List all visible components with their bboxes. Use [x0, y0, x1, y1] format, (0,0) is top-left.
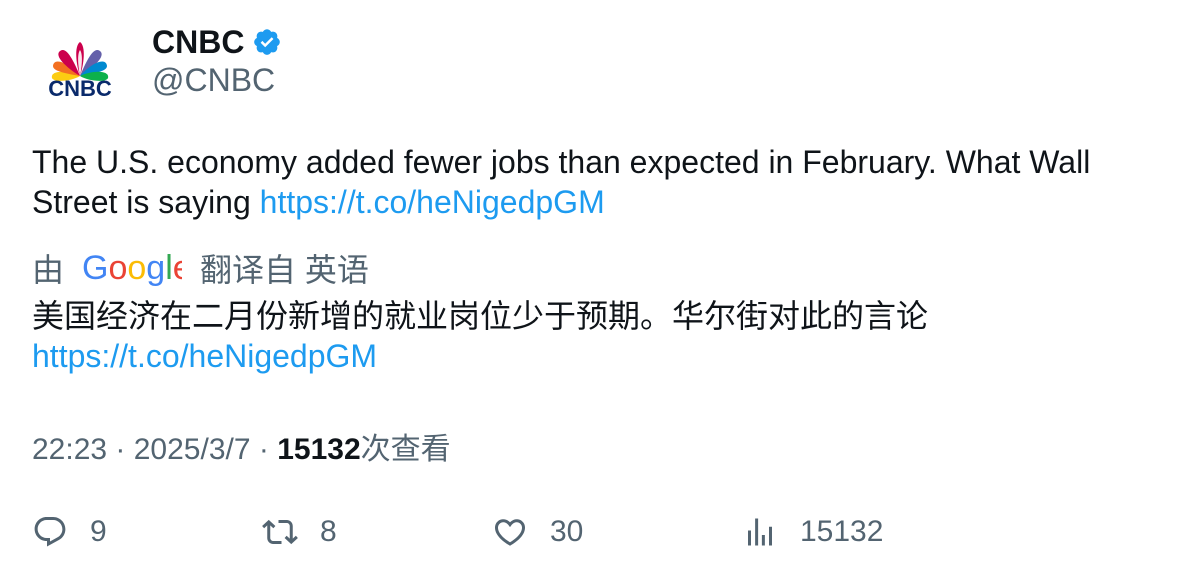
views-button[interactable]: 15132 — [742, 508, 883, 556]
views-label: 次查看 — [360, 433, 451, 466]
verified-badge-icon — [254, 29, 281, 55]
like-icon — [494, 519, 526, 546]
cnbc-peacock-logo: CNBC — [48, 42, 112, 101]
translation-attribution: 由 Google 翻译自 英语 — [32, 246, 369, 290]
translated-link[interactable]: https://t.co/heNigedpGM — [32, 338, 377, 374]
tweet-text: The U.S. economy added fewer jobs than e… — [32, 142, 1152, 222]
tweet-date[interactable]: 2025/3/7 — [134, 433, 251, 466]
tweet-link[interactable]: https://t.co/heNigedpGM — [260, 184, 605, 220]
meta-separator: · — [250, 433, 278, 466]
author-name[interactable]: CNBC — [152, 24, 244, 61]
reply-button[interactable]: 9 — [32, 508, 107, 556]
svg-text:CNBC: CNBC — [48, 76, 112, 101]
reply-icon — [34, 517, 66, 547]
retweet-button[interactable]: 8 — [262, 508, 337, 556]
avatar[interactable]: CNBC — [32, 26, 128, 122]
views-icon — [748, 518, 772, 546]
retweet-count: 8 — [320, 515, 337, 548]
svg-text:Google: Google — [82, 249, 182, 287]
translation-from-label[interactable]: 翻译自 英语 — [200, 245, 369, 291]
translated-body: 美国经济在二月份新增的就业岗位少于预期。华尔街对此的言论 — [32, 298, 929, 334]
like-count: 30 — [550, 515, 584, 548]
view-count: 15132 — [277, 433, 361, 466]
author-handle[interactable]: @CNBC — [152, 62, 275, 99]
reply-count: 9 — [90, 515, 107, 548]
google-logo: Google — [82, 249, 182, 287]
like-button[interactable]: 30 — [492, 508, 583, 556]
tweet-time[interactable]: 22:23 — [32, 433, 107, 466]
meta-separator: · — [107, 433, 134, 466]
tweet-meta: 22:23 · 2025/3/7 · 15132次查看 — [32, 424, 451, 468]
views-count: 15132 — [800, 515, 884, 548]
tweet-actions: 9 8 30 15132 — [0, 508, 1196, 556]
translation-by-label: 由 — [32, 252, 65, 288]
retweet-icon — [262, 519, 298, 545]
translated-text: 美国经济在二月份新增的就业岗位少于预期。华尔街对此的言论 https://t.co… — [32, 296, 1152, 376]
author-name-row[interactable]: CNBC — [152, 22, 282, 62]
